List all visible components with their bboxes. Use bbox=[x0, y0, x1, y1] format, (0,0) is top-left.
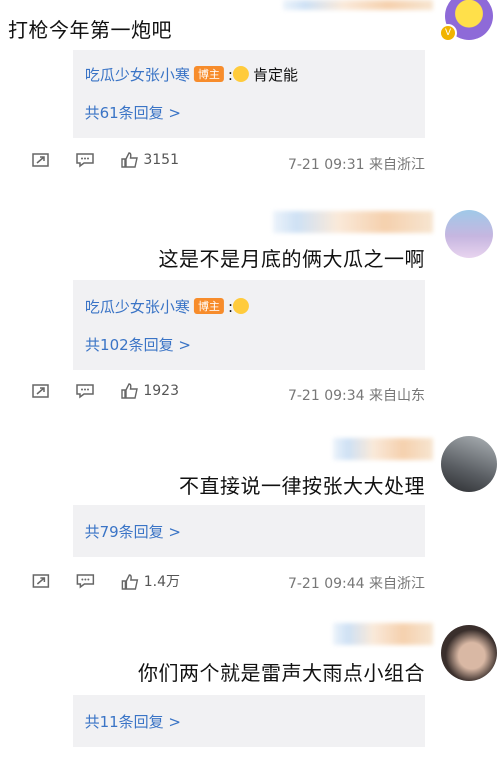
like-button[interactable]: 3151 bbox=[121, 152, 179, 168]
comment-time: 7-21 09:44 bbox=[287, 576, 365, 592]
like-icon bbox=[121, 152, 138, 168]
reply-count-link[interactable]: 共79条回复 > bbox=[85, 521, 181, 542]
comment-button[interactable] bbox=[76, 152, 95, 168]
comment-icon bbox=[76, 384, 95, 399]
reply-preview-line: 吃瓜少女张小寒 博主: 肯定能 bbox=[85, 66, 299, 84]
comment-actions: 3151 bbox=[10, 152, 179, 168]
reply-author[interactable]: 吃瓜少女张小寒 bbox=[85, 298, 190, 316]
share-icon bbox=[32, 574, 49, 588]
reply-preview-line: 吃瓜少女张小寒 博主: bbox=[85, 296, 253, 317]
comment-time: 7-21 09:31 bbox=[287, 157, 365, 173]
like-icon bbox=[121, 574, 138, 590]
comment-button[interactable] bbox=[76, 383, 95, 399]
avatar[interactable] bbox=[441, 436, 497, 492]
comment-actions: 1923 bbox=[10, 383, 179, 399]
username[interactable] bbox=[273, 211, 433, 233]
like-button[interactable]: 1923 bbox=[121, 383, 179, 399]
share-button[interactable] bbox=[32, 573, 50, 589]
like-count: 3151 bbox=[143, 152, 179, 168]
reply-count-link[interactable]: 共11条回复 > bbox=[85, 711, 181, 732]
username[interactable] bbox=[333, 438, 433, 460]
avatar[interactable] bbox=[445, 210, 493, 258]
comment-location: 来自浙江 bbox=[369, 576, 425, 592]
like-button[interactable]: 1.4万 bbox=[121, 571, 180, 591]
share-button[interactable] bbox=[32, 152, 50, 168]
comment-icon bbox=[76, 574, 95, 589]
blogger-tag: 博主 bbox=[194, 66, 225, 82]
like-icon bbox=[121, 383, 138, 399]
username[interactable] bbox=[283, 0, 433, 10]
reply-count-link[interactable]: 共61条回复 > bbox=[85, 102, 181, 123]
avatar[interactable] bbox=[441, 625, 497, 681]
comment-meta: 7-21 09:34 来自山东 bbox=[288, 385, 425, 405]
emoji-icon bbox=[233, 298, 250, 314]
verified-badge-icon: V bbox=[439, 24, 457, 42]
comment-button[interactable] bbox=[76, 573, 95, 589]
comment-meta: 7-21 09:31 来自浙江 bbox=[288, 154, 425, 174]
comment-actions: 1.4万 bbox=[10, 571, 180, 591]
username[interactable] bbox=[333, 623, 433, 645]
comment-time: 7-21 09:34 bbox=[287, 388, 365, 404]
comment-location: 来自山东 bbox=[369, 388, 425, 404]
emoji-icon bbox=[233, 66, 250, 82]
comment-meta: 7-21 09:44 来自浙江 bbox=[288, 573, 425, 593]
reply-author[interactable]: 吃瓜少女张小寒 bbox=[85, 66, 190, 84]
comment-location: 来自浙江 bbox=[369, 157, 425, 173]
comment-text: 不直接说一律按张大大处理 bbox=[179, 474, 425, 498]
share-icon bbox=[32, 153, 49, 167]
like-count: 1.4万 bbox=[143, 574, 180, 590]
comment-feed: V 打枪今年第一炮吧 吃瓜少女张小寒 博主: 肯定能 共61条回复 > 7-21 0… bbox=[0, 0, 499, 761]
comment-item: 你们两个就是雷声大雨点小组合 共11条回复 > bbox=[0, 615, 499, 761]
reply-preview-box[interactable]: 共11条回复 > bbox=[73, 695, 425, 747]
share-button[interactable] bbox=[32, 383, 50, 399]
comment-icon bbox=[76, 153, 95, 168]
comment-text: 打枪今年第一炮吧 bbox=[8, 18, 172, 42]
comment-item: V 打枪今年第一炮吧 吃瓜少女张小寒 博主: 肯定能 共61条回复 > 7-21 0… bbox=[0, 0, 499, 190]
comment-item: 不直接说一律按张大大处理 共79条回复 > 7-21 09:44 来自浙江 1.… bbox=[0, 430, 499, 605]
comment-text: 这是不是月底的俩大瓜之一啊 bbox=[158, 247, 426, 271]
reply-preview-box[interactable]: 吃瓜少女张小寒 博主: 肯定能 共61条回复 > bbox=[73, 50, 425, 138]
comment-item: 这是不是月底的俩大瓜之一啊 吃瓜少女张小寒 博主: 共102条回复 > 7-21 … bbox=[0, 205, 499, 415]
reply-preview-box[interactable]: 共79条回复 > bbox=[73, 505, 425, 557]
reply-text: 肯定能 bbox=[253, 66, 299, 84]
reply-preview-box[interactable]: 吃瓜少女张小寒 博主: 共102条回复 > bbox=[73, 280, 425, 370]
share-icon bbox=[32, 384, 49, 398]
like-count: 1923 bbox=[143, 383, 179, 399]
comment-text: 你们两个就是雷声大雨点小组合 bbox=[138, 661, 425, 685]
blogger-tag: 博主 bbox=[194, 298, 225, 314]
reply-count-link[interactable]: 共102条回复 > bbox=[85, 334, 191, 355]
